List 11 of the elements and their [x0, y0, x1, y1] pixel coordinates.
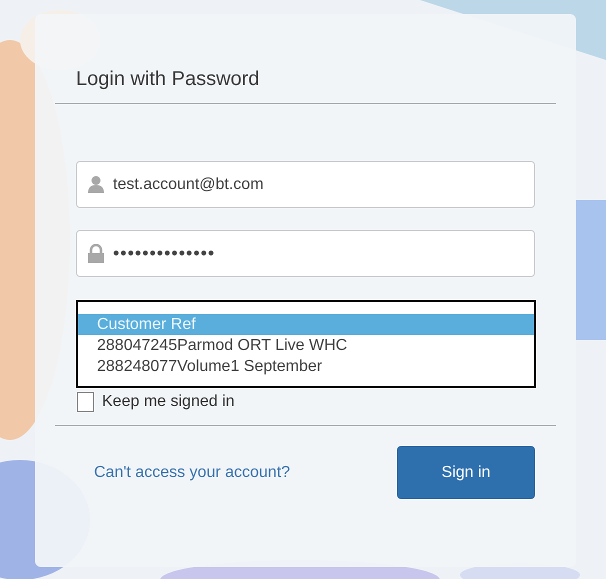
sign-in-button[interactable]: Sign in [397, 446, 535, 499]
dropdown-option[interactable]: 288248077Volume1 September [78, 356, 534, 377]
checkbox[interactable] [77, 392, 94, 412]
checkbox-label: Keep me signed in [102, 392, 235, 412]
lock-icon [87, 244, 105, 263]
email-field[interactable]: test.account@bt.com [76, 161, 535, 208]
password-field[interactable]: •••••••••••••• [76, 230, 535, 277]
help-link[interactable]: Can't access your account? [94, 460, 290, 484]
user-icon [87, 175, 105, 193]
dropdown-option[interactable]: 288047245Parmod ORT Live WHC [78, 335, 534, 356]
login-title: Login with Password [76, 67, 260, 92]
